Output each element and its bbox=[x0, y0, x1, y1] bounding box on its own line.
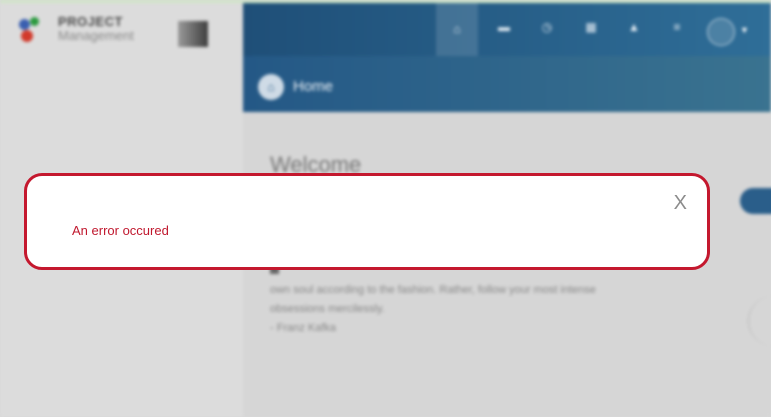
breadcrumb-bar: ⌂ Home bbox=[243, 56, 771, 112]
clock-icon[interactable]: ◷ bbox=[537, 17, 557, 37]
quote-line: own soul according to the fashion. Rathe… bbox=[270, 284, 596, 296]
home-icon[interactable]: ⌂ bbox=[436, 3, 478, 56]
chevron-down-icon[interactable]: ▼ bbox=[740, 25, 749, 35]
brand-line-2: Management bbox=[58, 28, 134, 43]
logo-icon bbox=[16, 17, 46, 47]
quote-block: own soul according to the fashion. Rathe… bbox=[270, 262, 700, 338]
briefcase-icon[interactable]: ▬ bbox=[494, 17, 514, 37]
breadcrumb-home-icon[interactable]: ⌂ bbox=[258, 74, 284, 100]
top-navbar: ⌂ ▬ ◷ ▦ ▲ ≡ ▼ bbox=[243, 3, 771, 56]
quote-line: obsessions mercilessly. bbox=[270, 303, 385, 315]
error-modal: X An error occured bbox=[24, 173, 710, 270]
breadcrumb-home-label[interactable]: Home bbox=[293, 78, 333, 95]
sidebar-toggle-icon[interactable] bbox=[178, 21, 208, 47]
close-button[interactable]: X bbox=[674, 192, 687, 214]
brand-name: PROJECT Management bbox=[58, 15, 134, 43]
quote-author: - Franz Kafka bbox=[270, 322, 337, 334]
error-message: An error occured bbox=[72, 223, 169, 238]
document-icon[interactable]: ≡ bbox=[667, 17, 687, 37]
user-avatar[interactable] bbox=[707, 18, 735, 46]
brand-line-1: PROJECT bbox=[58, 14, 123, 29]
bell-icon[interactable]: ▲ bbox=[624, 17, 644, 37]
calendar-icon[interactable]: ▦ bbox=[581, 17, 601, 37]
side-tab-icon[interactable] bbox=[740, 188, 771, 214]
